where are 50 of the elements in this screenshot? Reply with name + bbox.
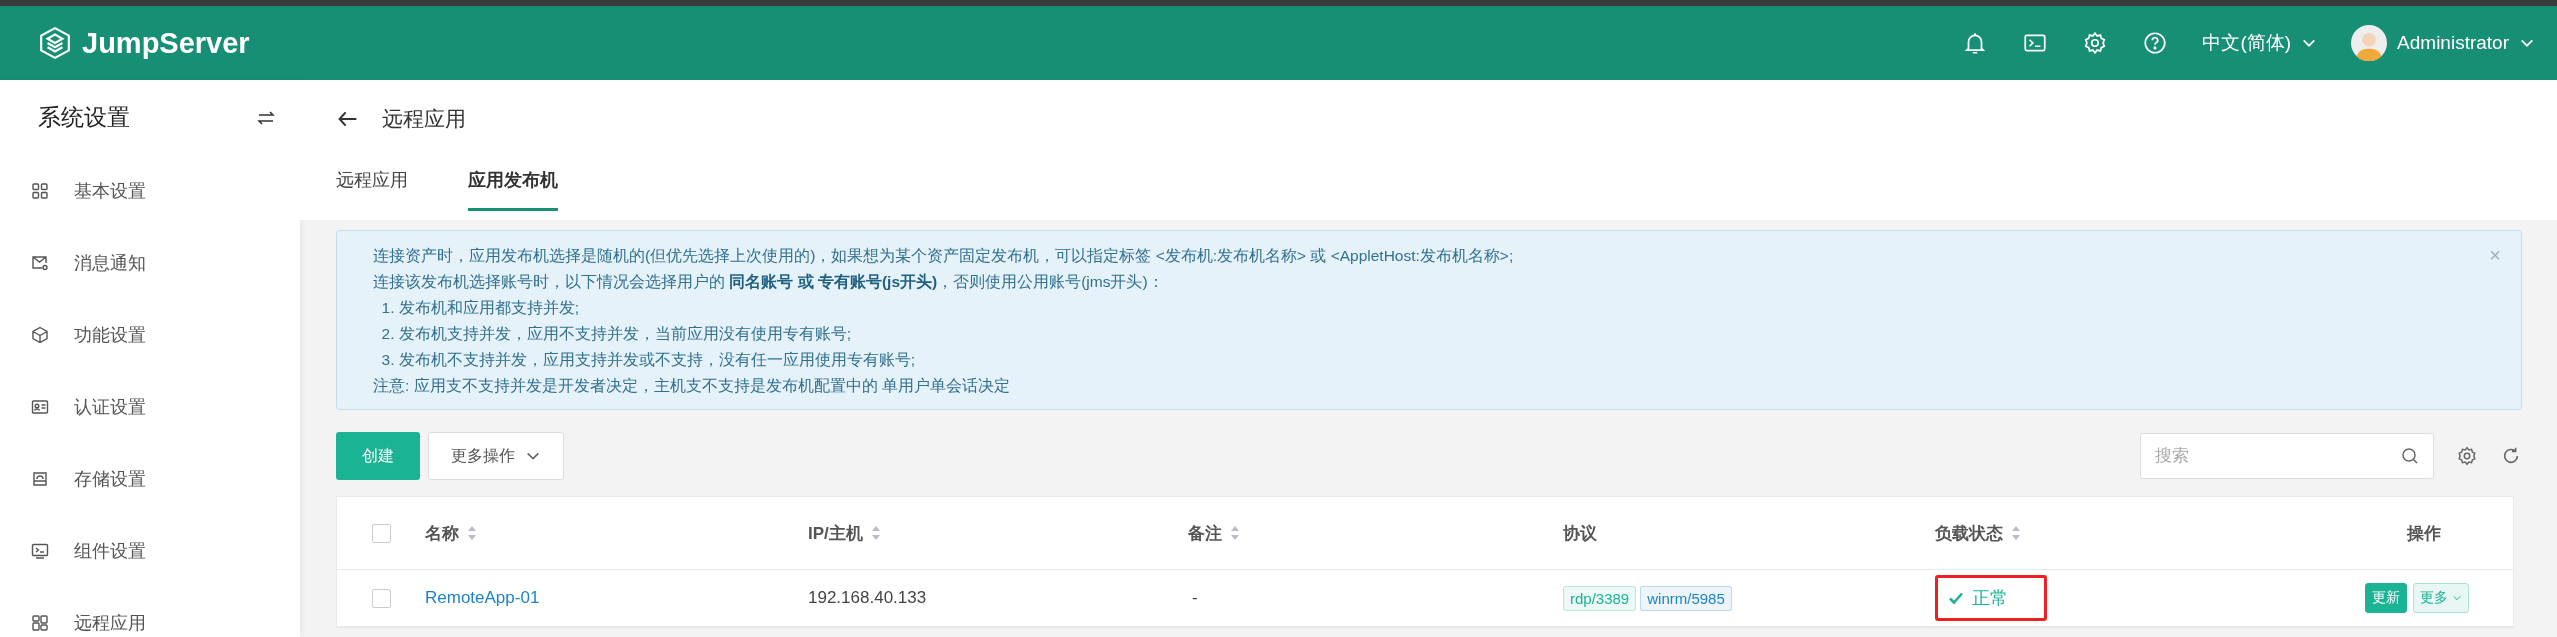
mail-icon xyxy=(30,253,50,273)
logo-text: JumpServer xyxy=(82,26,250,60)
column-header[interactable]: 负载状态 xyxy=(1935,521,2003,545)
checkbox[interactable] xyxy=(371,523,391,543)
cube-icon xyxy=(30,325,50,345)
name-link[interactable]: RemoteApp-01 xyxy=(425,588,540,608)
logo-icon xyxy=(38,26,72,60)
status-text: 正常 xyxy=(1972,587,2008,610)
info-text: 连接资产时，应用发布机选择是随机的(但优先选择上次使用的)，如果想为某个资产固定发布机，可以指定标签 <发布机:发布机名称> 或 <AppletHost:发布机名称>; xyxy=(373,246,1514,266)
search-field[interactable]: 搜索 xyxy=(2140,433,2434,479)
sidebar-item[interactable]: 认证设置 xyxy=(0,371,300,443)
user-menu[interactable]: Administrator xyxy=(2397,32,2535,54)
search-icon[interactable] xyxy=(2400,446,2420,466)
info-text: 连接该发布机选择账号时，以下情况会选择用户的 同名账号 或 专有账号(js开头)，否则使用公用账号(jms开头)： xyxy=(373,272,1165,292)
info-text: 2. 发布机支持并发，应用不支持并发，当前应用没有使用专有账号; xyxy=(380,324,853,344)
sidebar-item[interactable]: 功能设置 xyxy=(0,299,300,371)
grid-icon xyxy=(30,181,50,201)
grid-icon xyxy=(30,613,50,633)
sidebar-item[interactable]: 消息通知 xyxy=(0,227,300,299)
sidebar-title: 系统设置 xyxy=(38,103,130,132)
sidebar-item[interactable]: 基本设置 xyxy=(0,155,300,227)
sidebar-item[interactable]: 远程应用 xyxy=(0,587,300,637)
column-header[interactable]: 协议 xyxy=(1563,521,1597,545)
settings-icon[interactable] xyxy=(2456,445,2478,467)
help-icon[interactable] xyxy=(2142,30,2169,56)
column-header[interactable]: IP/主机 xyxy=(808,521,863,545)
id-card-icon xyxy=(30,397,50,417)
language-dropdown[interactable]: 中文(简体) xyxy=(2202,30,2318,56)
tab[interactable]: 远程应用 xyxy=(336,158,408,211)
sidebar-item[interactable]: 组件设置 xyxy=(0,515,300,587)
check-icon xyxy=(1948,590,1964,606)
more-actions-dropdown[interactable]: 更多操作 xyxy=(428,432,564,480)
storage-icon xyxy=(30,469,50,489)
protocol-tag: winrm/5985 xyxy=(1640,585,1732,611)
info-text: 注意: 应用支不支持并发是开发者决定，主机支不支持是发布机配置中的 单用户单会话决定 xyxy=(373,376,1011,396)
page-title: 远程应用 xyxy=(382,106,466,132)
sidebar-item[interactable]: 存储设置 xyxy=(0,443,300,515)
protocol-tag: rdp/3389 xyxy=(1563,585,1637,611)
info-text: 1. 发布机和应用都支持并发; xyxy=(380,298,581,318)
table-cell-text: - xyxy=(1191,588,1198,608)
column-header[interactable]: 操作 xyxy=(2407,521,2441,545)
info-text: 3. 发布机不支持并发，应用支持并发或不支持，没有任一应用使用专有账号; xyxy=(380,350,917,370)
table-cell: 192.168.40.133 xyxy=(808,588,927,608)
tab[interactable]: 应用发布机 xyxy=(468,158,558,211)
terminal-icon xyxy=(30,541,50,561)
chevron-icon xyxy=(2452,593,2462,603)
column-header[interactable]: 备注 xyxy=(1188,521,1222,545)
checkbox[interactable] xyxy=(371,588,391,608)
avatar[interactable] xyxy=(2351,25,2388,61)
column-header[interactable]: 名称 xyxy=(425,521,459,545)
